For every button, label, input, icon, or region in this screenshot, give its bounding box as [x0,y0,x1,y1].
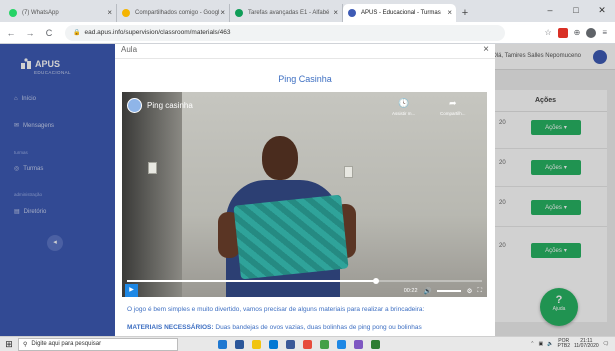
materials-text: Duas bandejas de ovos vazias, duas bolin… [215,324,422,331]
apus-app: APUS EDUCACIONAL ⌂ Início ✉ Mensagens tu… [0,44,615,336]
lesson-description: O jogo é bem simples e muito divertido, … [127,306,425,313]
browser-menu-icon[interactable]: ≡ [602,28,607,37]
minimize-button[interactable]: – [537,0,563,20]
network-icon[interactable]: ▣ [539,341,544,347]
taskbar-app-icon[interactable] [235,339,244,349]
maximize-button[interactable]: □ [563,0,589,20]
egg-tray [233,194,349,280]
video-controls: ▶ 00:22 🔊 ⚙ ⛶ [122,284,487,297]
volume-icon[interactable]: 🔊 [424,287,432,295]
taskbar-app-icon[interactable] [303,339,312,349]
taskbar-pinned-apps [218,339,380,349]
lesson-heading: Ping Casinha [278,74,332,84]
tab-close-icon[interactable]: × [333,8,338,17]
tab-title: Compartilhados comigo - Googl [135,10,220,16]
windows-taskbar: ⊞ ⚲ Digite aqui para pesquisar ⌃ ▣ 🔈 POR… [0,336,615,351]
action-label: Compartilh... [440,111,466,116]
taskbar-app-icon[interactable] [218,339,227,349]
tab-close-icon[interactable]: × [107,8,112,17]
browser-tab-google-drive[interactable]: Compartilhados comigo - Googl × [117,4,230,22]
search-icon: ⚲ [23,341,28,348]
drive-favicon-icon [122,9,130,17]
taskbar-app-icon[interactable] [337,339,346,349]
taskbar-app-icon[interactable] [371,339,380,349]
video-player[interactable]: Ping casinha 🕓 Assistir m... ➦ Compartil… [122,92,487,297]
tab-close-icon[interactable]: × [447,8,452,17]
notifications-icon[interactable]: 🗨 [603,341,609,347]
video-time: 00:22 [403,287,418,294]
modal-divider [115,58,495,59]
clock-icon: 🕓 [398,98,410,108]
taskbar-search-input[interactable]: ⚲ Digite aqui para pesquisar [18,337,178,351]
taskbar-app-icon[interactable] [320,339,329,349]
tray-up-icon[interactable]: ⌃ [530,341,534,347]
volume-tray-icon[interactable]: 🔈 [547,341,553,347]
window-controls: – □ ✕ [537,0,615,20]
language-indicator[interactable]: POR PTB2 [557,338,570,350]
taskbar-app-icon[interactable] [286,339,295,349]
tab-title: (7) WhatsApp [22,10,59,16]
browser-tab-sheets[interactable]: Tarefas avançadas E1 - Alfabé × [230,4,343,22]
materials-label: MATERIAIS NECESSÁRIOS: [127,324,214,331]
share-icon: ➦ [448,98,457,108]
reload-button[interactable]: C [41,28,57,38]
modal-title: Aula [121,45,138,54]
system-tray: ⌃ ▣ 🔈 POR PTB2 21:11 11/07/2020 🗨 [530,338,615,350]
browser-tab-whatsapp[interactable]: (7) WhatsApp × [4,4,117,22]
search-placeholder: Digite aqui para pesquisar [31,341,102,347]
share-button[interactable]: ➦ Compartilh... [440,98,466,116]
fullscreen-icon[interactable]: ⛶ [477,287,482,295]
taskbar-app-icon[interactable] [354,339,363,349]
action-label: Assistir m... [392,111,416,116]
new-tab-button[interactable]: + [456,4,474,22]
wall-outlet [148,162,157,174]
wall-outlet [344,166,353,178]
play-button[interactable]: ▶ [125,284,138,297]
video-title[interactable]: Ping casinha [147,101,193,110]
forward-button[interactable]: → [22,28,38,38]
video-person-head [262,136,298,180]
browser-tab-apus[interactable]: APUS - Educacional - Turmas × [343,4,456,22]
toolbar-actions: ☆ ⊕ ≡ [544,27,615,38]
extension-icon[interactable] [557,27,568,38]
tab-close-icon[interactable]: × [220,8,225,17]
video-frame-shadow [122,92,182,297]
back-button[interactable]: ← [3,28,19,38]
address-bar[interactable]: 🔒 ead.apus.info/supervision/classroom/ma… [65,24,505,41]
sheets-favicon-icon [235,9,243,17]
channel-avatar[interactable] [127,98,142,113]
bookmark-star-icon[interactable]: ☆ [544,28,551,37]
windows-start-icon[interactable]: ⊞ [0,339,18,350]
video-progress-bar[interactable] [127,278,482,284]
volume-slider[interactable] [436,289,461,292]
browser-tab-strip: (7) WhatsApp × Compartilhados comigo - G… [0,0,615,22]
apus-favicon-icon [348,9,356,17]
close-window-button[interactable]: ✕ [589,0,615,20]
watch-later-button[interactable]: 🕓 Assistir m... [392,98,415,116]
lock-icon: 🔒 [73,30,81,36]
clock-date: 11/07/2020 [573,343,599,349]
whatsapp-favicon-icon [9,9,17,17]
tab-title: APUS - Educacional - Turmas [361,10,441,16]
taskbar-clock[interactable]: 21:11 11/07/2020 [573,338,599,350]
video-progress-fill [127,280,376,282]
url-text: ead.apus.info/supervision/classroom/mate… [84,29,231,36]
settings-gear-icon[interactable]: ⚙ [467,287,473,295]
language-sub: PTB2 [557,343,570,349]
video-channel-info[interactable]: Ping casinha [127,98,193,113]
lesson-modal: Aula × Ping Casinha Ping casinha 🕓 Assis… [115,44,495,336]
browser-toolbar: ← → C 🔒 ead.apus.info/supervision/classr… [0,22,615,44]
profile-icon[interactable] [586,27,597,38]
tab-title: Tarefas avançadas E1 - Alfabé [248,10,330,16]
taskbar-app-icon[interactable] [252,339,261,349]
taskbar-app-icon[interactable] [269,339,278,349]
extensions-icon[interactable]: ⊕ [574,28,581,37]
lesson-materials: MATERIAIS NECESSÁRIOS: Duas bandejas de … [127,324,422,332]
modal-close-button[interactable]: × [483,44,489,55]
